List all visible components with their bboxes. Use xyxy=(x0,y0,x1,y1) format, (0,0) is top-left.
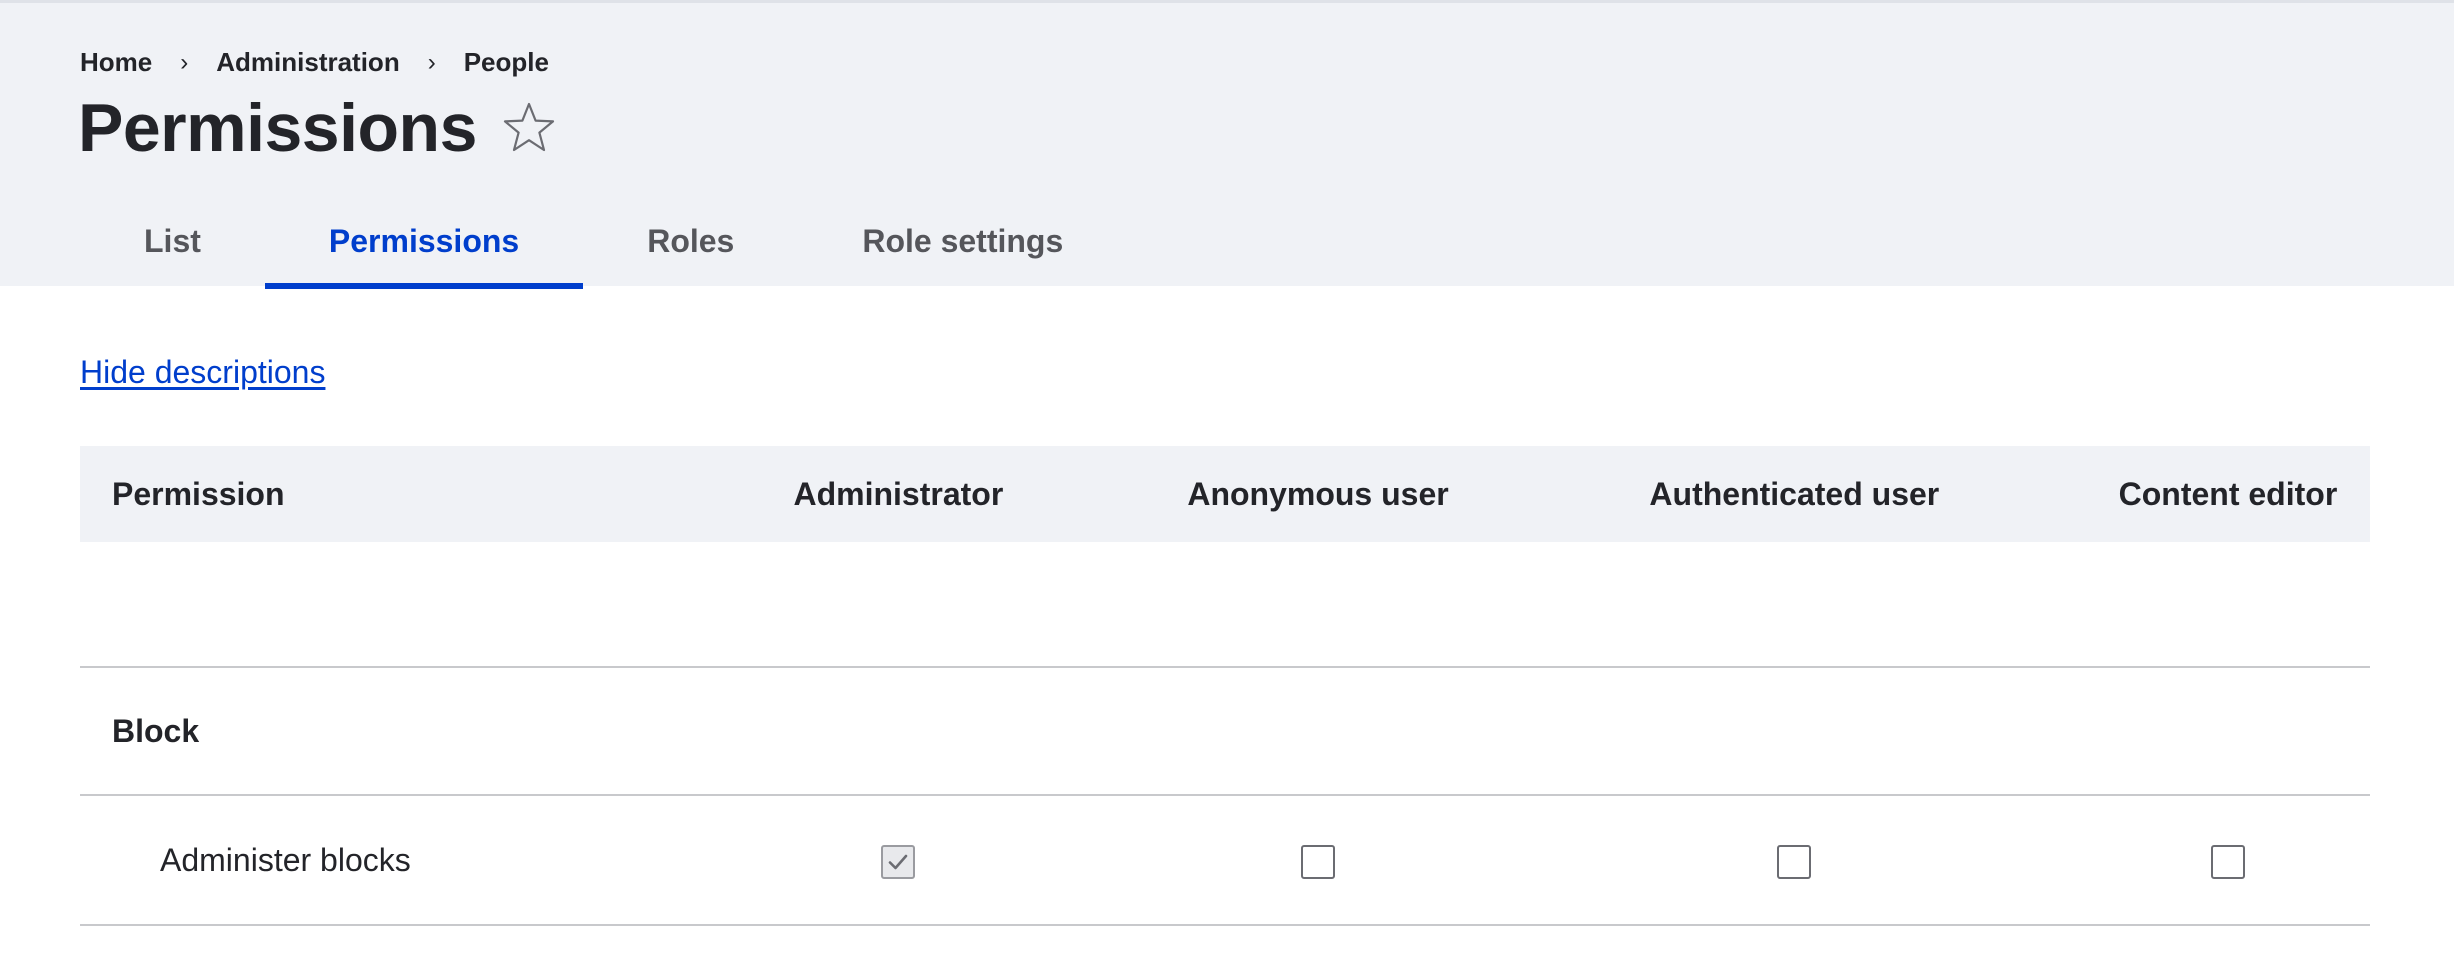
checkmark-icon xyxy=(889,854,908,870)
module-row-block: Block xyxy=(80,667,2370,796)
column-header-permission: Permission xyxy=(80,446,664,542)
tab-list[interactable]: List xyxy=(80,203,265,289)
permissions-table: Permission Administrator Anonymous user … xyxy=(80,446,2370,926)
star-icon[interactable] xyxy=(501,100,557,156)
page-title: Permissions xyxy=(78,90,477,166)
checkbox-anonymous-user[interactable] xyxy=(1301,844,1336,879)
table-spacer-row xyxy=(80,542,2370,668)
breadcrumb-people[interactable]: People xyxy=(464,47,549,78)
checkbox-content-editor[interactable] xyxy=(2210,844,2245,879)
table-header-row: Permission Administrator Anonymous user … xyxy=(80,446,2370,542)
column-header-authenticated-user: Authenticated user xyxy=(1502,446,2086,542)
tab-permissions[interactable]: Permissions xyxy=(264,203,584,289)
checkbox-administrator[interactable] xyxy=(881,844,916,879)
column-header-anonymous-user: Anonymous user xyxy=(1133,446,1503,542)
hide-descriptions-link[interactable]: Hide descriptions xyxy=(80,354,325,391)
cell-content-editor xyxy=(2085,795,2370,926)
tab-roles[interactable]: Roles xyxy=(583,203,798,289)
cell-authenticated-user xyxy=(1502,795,2086,926)
checkbox-authenticated-user[interactable] xyxy=(1777,844,1812,879)
table-row: Administer blocks xyxy=(80,795,2370,926)
primary-tabs: List Permissions Roles Role settings xyxy=(80,203,1127,289)
breadcrumb-administration[interactable]: Administration xyxy=(216,47,399,78)
breadcrumb: Home › Administration › People xyxy=(80,47,549,78)
permission-name: Administer blocks xyxy=(80,795,664,926)
breadcrumb-home[interactable]: Home xyxy=(80,47,152,78)
column-header-administrator: Administrator xyxy=(663,446,1134,542)
tab-role-settings[interactable]: Role settings xyxy=(798,203,1127,289)
module-name: Block xyxy=(80,667,2370,796)
title-row: Permissions xyxy=(78,89,557,167)
breadcrumb-separator: › xyxy=(427,48,436,76)
breadcrumb-separator: › xyxy=(180,48,189,76)
page-header: Home › Administration › People Permissio… xyxy=(0,0,2454,289)
cell-anonymous-user xyxy=(1133,795,1503,926)
column-header-content-editor: Content editor xyxy=(2085,446,2370,542)
cell-administrator xyxy=(663,795,1134,926)
